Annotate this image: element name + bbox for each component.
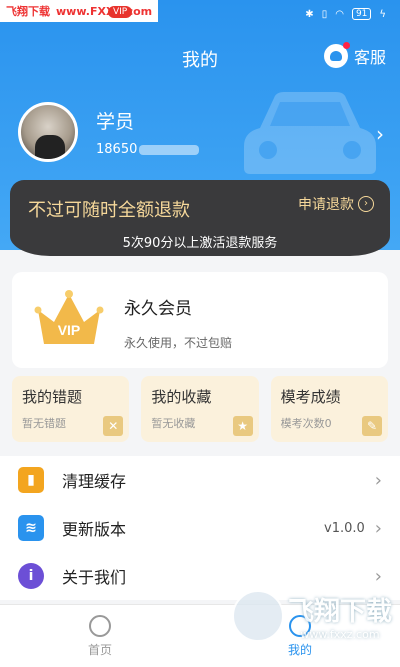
tab-label: 我的	[287, 642, 312, 657]
charging-icon: ϟ	[379, 8, 386, 20]
vip-card[interactable]: VIP 永久会员 永久使用，不过包赔	[12, 272, 388, 368]
user-phone-value: 18650	[96, 142, 138, 157]
car-icon	[244, 92, 376, 174]
info-icon: i	[18, 563, 44, 589]
watermark-cn: 飞翔下载	[6, 5, 50, 18]
chevron-circle-icon: ›	[358, 196, 374, 212]
tile-title: 我的收藏	[151, 388, 212, 406]
vip-title: 永久会员	[124, 299, 192, 319]
tab-label: 首页	[87, 642, 112, 657]
refund-card[interactable]: 不过可随时全额退款 申请退款 › 5次90分以上激活退款服务	[10, 180, 390, 256]
tile-title: 我的错题	[22, 388, 83, 406]
chevron-right-icon: ›	[374, 565, 382, 587]
bluetooth-icon: ✱	[305, 8, 314, 20]
customer-service-button[interactable]: 客服	[323, 42, 386, 68]
watermark-url: www.FXXZ.com	[56, 4, 153, 18]
chevron-right-icon: ›	[374, 469, 382, 491]
vibrate-icon: ▯	[321, 8, 328, 20]
profile-section[interactable]: 学员 18650	[18, 102, 200, 162]
chevron-right-icon[interactable]: ›	[376, 122, 384, 146]
notification-dot	[342, 42, 350, 49]
tile-wrong-questions[interactable]: 我的错题 暂无错题 ✕	[12, 376, 130, 442]
user-phone: 18650	[96, 142, 200, 157]
crown-icon: VIP	[34, 290, 104, 344]
battery-icon: 91	[351, 8, 372, 20]
settings-menu: ▮ 清理缓存 › ≋ 更新版本 v1.0.0 › i 关于我们 ›	[0, 456, 400, 600]
close-box-icon: ✕	[103, 416, 124, 436]
chevron-right-icon: ›	[374, 517, 382, 539]
watermark-cn: 飞翔下载	[287, 597, 392, 627]
star-icon: ★	[232, 416, 253, 436]
refund-subtitle: 5次90分以上激活退款服务	[122, 236, 278, 251]
tile-favorites[interactable]: 我的收藏 暂无收藏 ★	[141, 376, 259, 442]
apply-refund-label: 申请退款	[298, 197, 354, 213]
watermark-logo	[231, 590, 284, 642]
crown-text: VIP	[58, 322, 81, 338]
phone-mask	[139, 144, 200, 155]
menu-clear-cache[interactable]: ▮ 清理缓存 ›	[0, 456, 400, 504]
user-name: 学员	[96, 111, 135, 133]
menu-label: 清理缓存	[62, 472, 127, 491]
edit-icon: ✎	[361, 416, 382, 436]
tile-title: 模考成绩	[280, 388, 341, 406]
watermark-top: 飞翔下载 www.FXXZ.com	[0, 0, 159, 22]
menu-label: 关于我们	[62, 568, 127, 587]
tab-home[interactable]: 首页	[0, 605, 200, 667]
customer-service-label: 客服	[353, 48, 386, 67]
tile-mock-exam[interactable]: 模考成绩 模考次数0 ✎	[270, 376, 388, 442]
menu-update-version[interactable]: ≋ 更新版本 v1.0.0 ›	[0, 504, 400, 552]
status-bar: ✱ ▯ ◠ 91 ϟ	[305, 8, 386, 20]
steering-wheel-icon	[89, 614, 111, 637]
watermark-url: www.fxxz.com	[300, 628, 380, 641]
menu-value: v1.0.0	[324, 520, 365, 536]
layers-icon: ≋	[18, 515, 44, 541]
apply-refund-link[interactable]: 申请退款 ›	[298, 194, 374, 214]
menu-label: 更新版本	[62, 520, 127, 539]
headset-icon	[323, 42, 350, 68]
watermark-bottom: 飞翔下载 www.fxxz.com	[231, 590, 392, 642]
vip-badge: VIP	[108, 6, 133, 18]
feature-tiles: 我的错题 暂无错题 ✕ 我的收藏 暂无收藏 ★ 模考成绩 模考次数0 ✎	[12, 376, 388, 442]
refund-title: 不过可随时全额退款	[28, 200, 190, 221]
wifi-icon: ◠	[335, 8, 344, 20]
broom-icon: ▮	[18, 467, 44, 493]
vip-desc: 永久使用，不过包赔	[124, 336, 233, 350]
avatar[interactable]	[18, 102, 78, 162]
